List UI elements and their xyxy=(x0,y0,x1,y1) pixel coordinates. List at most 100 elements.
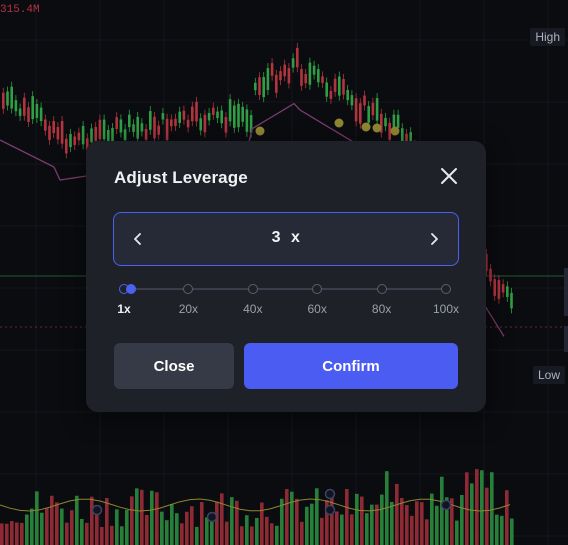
chevron-right-icon[interactable] xyxy=(414,213,454,264)
confirm-button[interactable]: Confirm xyxy=(244,343,458,389)
volume-bar xyxy=(90,496,94,545)
candle-body xyxy=(254,82,257,91)
volume-bar xyxy=(135,488,139,545)
candle-body xyxy=(342,79,345,95)
candle-body xyxy=(359,103,362,124)
candle-body xyxy=(149,111,152,130)
candle-body xyxy=(287,68,291,84)
slider-tick-label[interactable]: 1x xyxy=(117,302,130,316)
candle-body xyxy=(27,107,30,123)
slider-thumb[interactable] xyxy=(125,284,136,294)
close-button[interactable]: Close xyxy=(114,343,234,389)
slider-tick-dot[interactable] xyxy=(441,284,451,294)
slider-tick-label[interactable]: 60x xyxy=(308,302,327,316)
candle-body xyxy=(115,117,118,130)
candle-body xyxy=(102,119,106,140)
volume-bar xyxy=(225,521,229,545)
candle-body xyxy=(178,111,181,123)
leverage-slider[interactable] xyxy=(119,282,451,296)
volume-bar xyxy=(220,493,224,545)
volume-bar xyxy=(430,493,434,545)
volume-bar xyxy=(200,502,204,545)
axis-low-tag: Low xyxy=(532,366,565,384)
signal-dot xyxy=(361,122,371,132)
slider-tick-label[interactable]: 20x xyxy=(179,302,198,316)
volume-bar xyxy=(115,509,119,545)
candle-body xyxy=(333,78,337,92)
volume-bar xyxy=(130,496,134,545)
dialog-title: Adjust Leverage xyxy=(114,168,248,187)
candle-body xyxy=(73,136,76,145)
candle-body xyxy=(2,92,5,109)
candle-body xyxy=(317,69,320,83)
slider-tick-label[interactable]: 40x xyxy=(243,302,262,316)
slider-tick-dot[interactable] xyxy=(312,284,323,294)
candle-body xyxy=(14,100,18,112)
volume-bar xyxy=(180,523,184,545)
candle-body xyxy=(312,65,316,75)
candle-body xyxy=(207,112,211,121)
slider-tick-dot[interactable] xyxy=(183,284,194,294)
candle-body xyxy=(506,286,509,297)
volume-bar xyxy=(410,515,414,545)
volume-bar xyxy=(505,490,509,545)
volume-bar xyxy=(335,511,339,545)
volume-bar xyxy=(455,520,459,545)
candle-body xyxy=(258,77,261,95)
candle-body xyxy=(321,76,324,83)
volume-bar xyxy=(55,502,59,545)
slider-tick-dot[interactable] xyxy=(376,284,387,294)
candle-body xyxy=(371,102,375,116)
volume-bar xyxy=(320,517,324,545)
price-axis-marker xyxy=(564,268,568,316)
candle-body xyxy=(245,109,249,132)
volume-bar xyxy=(255,517,259,545)
candle-body xyxy=(283,64,286,77)
volume-bar xyxy=(350,514,354,545)
candle-body xyxy=(18,108,22,116)
candle-body xyxy=(52,121,55,134)
volume-bar xyxy=(70,510,74,545)
volume-bar xyxy=(265,516,269,545)
volume-bar xyxy=(155,492,159,545)
volume-bar xyxy=(45,508,49,545)
candle-body xyxy=(354,98,358,122)
slider-tick-dot[interactable] xyxy=(247,284,258,294)
signal-dot xyxy=(334,118,344,128)
close-icon[interactable] xyxy=(440,167,458,185)
volume-bar xyxy=(440,476,444,545)
price-axis-marker xyxy=(564,326,568,352)
leverage-unit: x xyxy=(291,229,301,246)
volume-bar xyxy=(80,518,84,545)
candle-body xyxy=(375,98,379,121)
candle-body xyxy=(304,73,307,84)
leverage-value[interactable]: 3x xyxy=(114,229,458,247)
volume-bar xyxy=(365,513,369,545)
slider-tick-label[interactable]: 100x xyxy=(433,302,459,316)
candle-body xyxy=(157,125,160,135)
volume-bar xyxy=(500,515,504,545)
candle-body xyxy=(325,82,328,97)
candle-body xyxy=(165,118,169,140)
candle-body xyxy=(98,119,102,140)
candle-body xyxy=(266,68,270,90)
candle-body xyxy=(174,118,177,126)
volume-bar xyxy=(480,470,484,545)
volume-bar xyxy=(245,515,249,545)
volume-bar xyxy=(175,513,179,545)
candle-body xyxy=(60,120,64,144)
candle-body xyxy=(350,95,354,106)
candle-body xyxy=(233,105,236,128)
volume-signal-dot xyxy=(91,504,103,516)
candle-body xyxy=(128,114,131,128)
leverage-stepper[interactable]: 3x xyxy=(113,212,459,266)
slider-tick-label[interactable]: 80x xyxy=(372,302,391,316)
candle-body xyxy=(203,114,207,133)
candle-body xyxy=(270,63,274,76)
volume-bar xyxy=(340,514,344,545)
candle-body xyxy=(136,116,139,139)
slider-track xyxy=(124,288,446,290)
candle-body xyxy=(48,125,51,140)
candle-body xyxy=(363,95,366,106)
candle-body xyxy=(77,132,81,141)
